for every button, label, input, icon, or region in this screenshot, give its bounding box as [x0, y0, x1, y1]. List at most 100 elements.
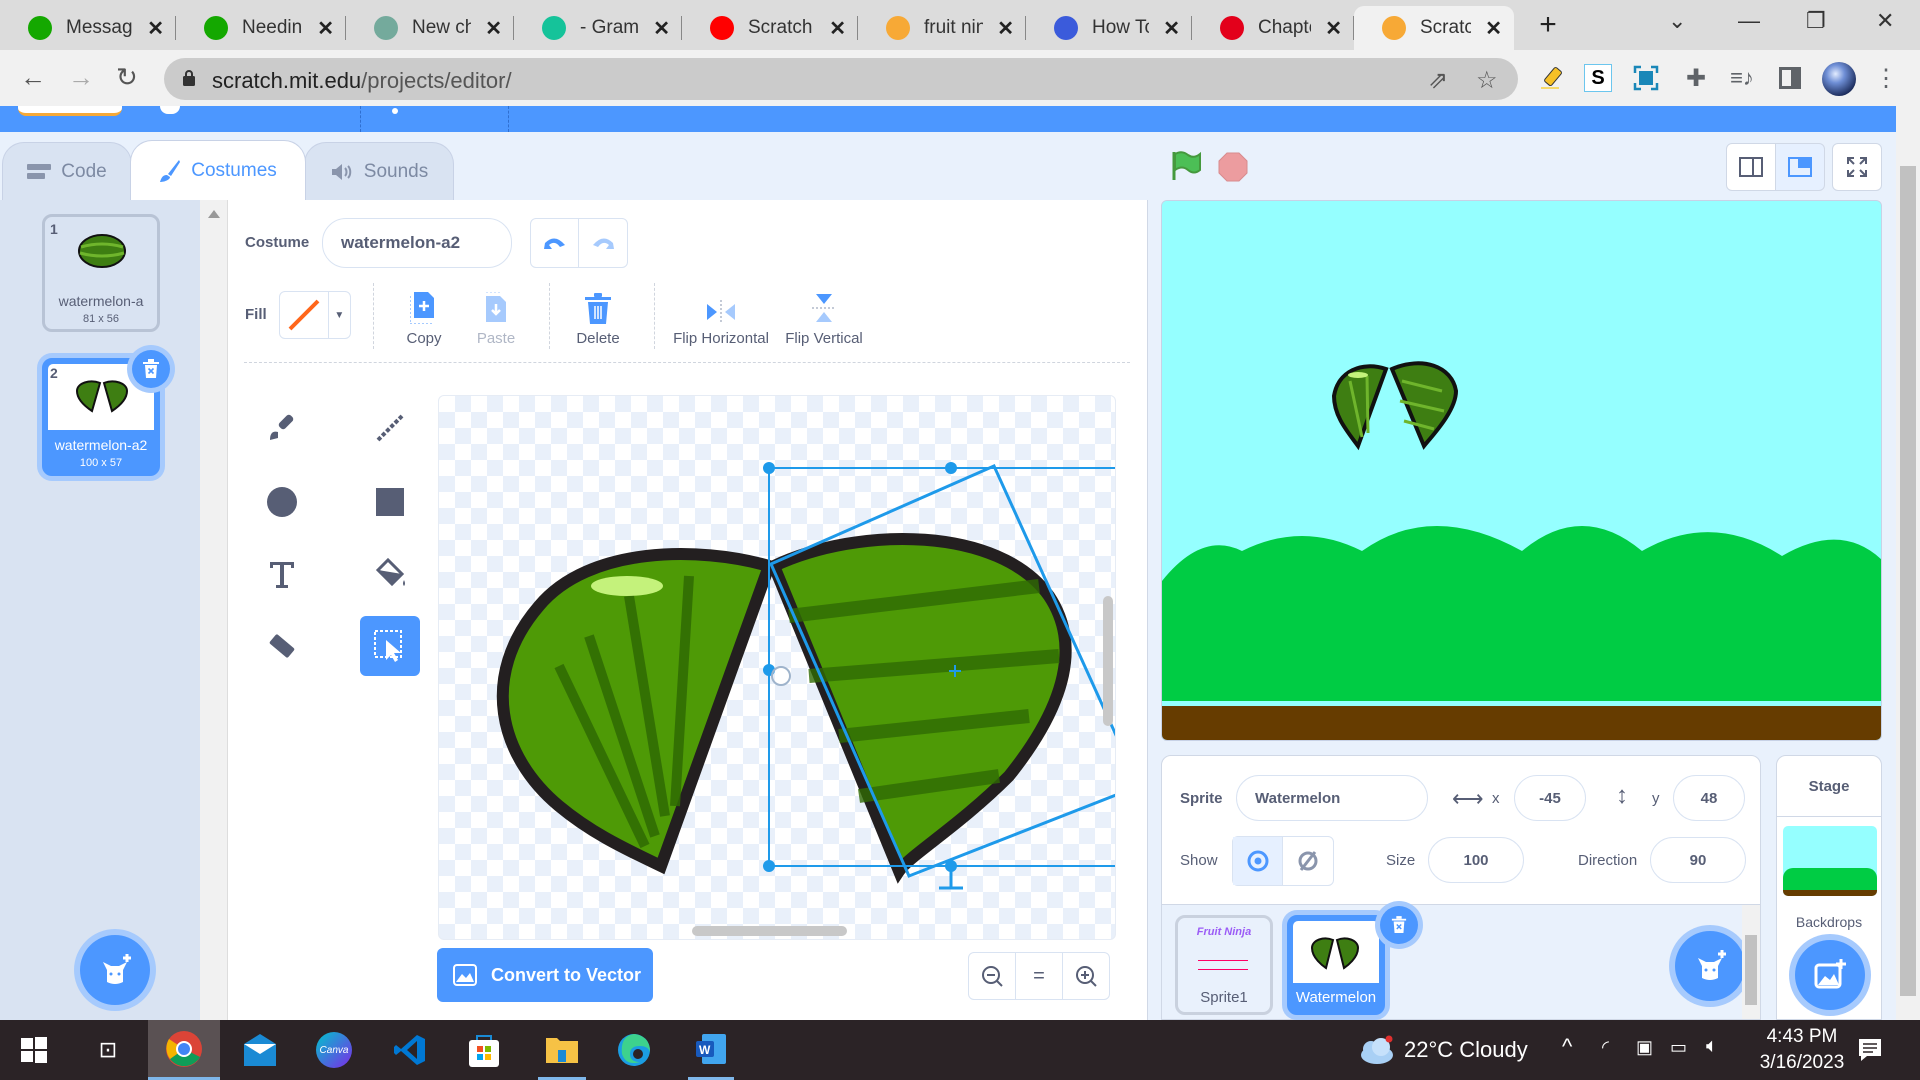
browser-tab[interactable]: - Grammarly ✕: [514, 6, 682, 50]
notification-center-icon[interactable]: [1850, 1030, 1890, 1070]
fill-tool[interactable]: [360, 544, 420, 604]
edge-icon[interactable]: [614, 1030, 654, 1070]
circle-tool[interactable]: [252, 472, 312, 532]
close-tab-icon[interactable]: ✕: [829, 16, 846, 41]
flip-vertical-button[interactable]: Flip Vertical: [782, 288, 866, 347]
costume-name-input[interactable]: watermelon-a2: [322, 218, 512, 268]
small-stage-button[interactable]: [1726, 143, 1776, 191]
bookmark-star-icon[interactable]: ☆: [1476, 66, 1498, 95]
chrome-taskbar-button[interactable]: [148, 1020, 220, 1080]
zoom-out-button[interactable]: [969, 953, 1016, 999]
undo-button[interactable]: [531, 219, 579, 267]
clock-date[interactable]: 3/16/2023: [1748, 1052, 1856, 1074]
y-position-input[interactable]: 48: [1673, 775, 1745, 821]
store-icon[interactable]: [464, 1030, 504, 1070]
line-tool[interactable]: [360, 398, 420, 458]
browser-tab[interactable]: fruit ninja ✕: [858, 6, 1026, 50]
tab-costumes[interactable]: Costumes: [130, 140, 306, 200]
costume-list-scrollbar[interactable]: [200, 200, 228, 1020]
screenshot-extension-icon[interactable]: [1632, 64, 1660, 92]
wifi-icon[interactable]: ◜: [1602, 1037, 1609, 1058]
highlighter-extension-icon[interactable]: [1538, 64, 1566, 92]
restore-button[interactable]: ❐: [1806, 8, 1826, 34]
copy-button[interactable]: Copy: [402, 288, 446, 347]
close-tab-icon[interactable]: ✕: [1485, 16, 1502, 41]
camera-icon[interactable]: ▣: [1636, 1037, 1653, 1058]
file-explorer-icon[interactable]: [538, 1020, 586, 1080]
clock-time[interactable]: 4:43 PM: [1754, 1026, 1850, 1048]
page-scrollbar[interactable]: [1896, 106, 1920, 1020]
fullscreen-button[interactable]: [1832, 143, 1882, 191]
hide-sprite-button[interactable]: [1283, 837, 1333, 885]
browser-tab[interactable]: Scratch 3 ✕: [682, 6, 858, 50]
sprite-list-scrollbar[interactable]: [1742, 905, 1760, 1019]
tab-code[interactable]: Code: [2, 142, 132, 200]
browser-tab[interactable]: How To ✕: [1026, 6, 1192, 50]
new-tab-button[interactable]: +: [1526, 6, 1570, 44]
zoom-reset-button[interactable]: =: [1016, 953, 1063, 999]
stop-button[interactable]: [1218, 152, 1248, 187]
minimize-button[interactable]: —: [1738, 8, 1760, 34]
s-extension-icon[interactable]: S: [1584, 64, 1612, 92]
x-position-input[interactable]: -45: [1514, 775, 1586, 821]
close-tab-icon[interactable]: ✕: [1325, 16, 1342, 41]
word-icon[interactable]: W: [688, 1020, 734, 1080]
close-tab-icon[interactable]: ✕: [317, 16, 334, 41]
text-tool[interactable]: [252, 544, 312, 604]
show-sprite-button[interactable]: [1233, 837, 1284, 885]
costume-tile-1[interactable]: 1 watermelon-a 81 x 56: [42, 214, 160, 332]
start-button[interactable]: [14, 1030, 54, 1070]
scroll-up-arrow-icon[interactable]: [208, 210, 220, 218]
close-tab-icon[interactable]: ✕: [485, 16, 502, 41]
normal-stage-button[interactable]: [1775, 143, 1825, 191]
weather-text[interactable]: 22°C Cloudy: [1404, 1037, 1528, 1063]
convert-to-vector-button[interactable]: Convert to Vector: [437, 948, 653, 1002]
show-hidden-icons-chevron-icon[interactable]: ^: [1562, 1034, 1572, 1060]
choose-backdrop-button[interactable]: [1795, 940, 1865, 1010]
back-button[interactable]: ←: [20, 62, 46, 93]
close-tab-icon[interactable]: ✕: [653, 16, 670, 41]
weather-cloud-icon[interactable]: [1356, 1030, 1396, 1070]
direction-input[interactable]: 90: [1650, 837, 1746, 883]
brush-tool[interactable]: [252, 398, 312, 458]
size-input[interactable]: 100: [1428, 837, 1524, 883]
forward-button[interactable]: →: [68, 62, 94, 93]
mail-icon[interactable]: [240, 1030, 280, 1070]
browser-menu-icon[interactable]: ⋮: [1872, 64, 1900, 92]
redo-button[interactable]: [579, 219, 627, 267]
profile-avatar[interactable]: [1822, 62, 1856, 96]
eraser-tool[interactable]: [252, 616, 312, 676]
canva-icon[interactable]: Canva: [314, 1030, 354, 1070]
delete-costume-button[interactable]: [132, 350, 170, 388]
side-panel-icon[interactable]: [1776, 64, 1804, 92]
stage-selector[interactable]: Stage Backdrops: [1776, 755, 1882, 1020]
sprite-tile-watermelon[interactable]: Watermelon: [1287, 915, 1385, 1015]
browser-tab[interactable]: Needing ✕: [176, 6, 346, 50]
fill-swatch[interactable]: [280, 292, 329, 338]
select-tool[interactable]: [360, 616, 420, 676]
close-tab-icon[interactable]: ✕: [997, 16, 1014, 41]
green-flag-button[interactable]: [1170, 150, 1202, 187]
task-view-icon[interactable]: ⊡: [88, 1030, 128, 1070]
reload-button[interactable]: ↻: [116, 62, 138, 93]
flip-horizontal-button[interactable]: Flip Horizontal: [672, 288, 770, 347]
choose-costume-button[interactable]: [80, 935, 150, 1005]
extensions-puzzle-icon[interactable]: ✚: [1682, 64, 1710, 92]
rectangle-tool[interactable]: [360, 472, 420, 532]
delete-button[interactable]: Delete: [574, 288, 622, 347]
close-tab-icon[interactable]: ✕: [1163, 16, 1180, 41]
language-globe-icon[interactable]: [160, 106, 180, 114]
vscode-icon[interactable]: [390, 1030, 430, 1070]
paint-canvas[interactable]: [438, 395, 1116, 940]
tab-sounds[interactable]: Sounds: [304, 142, 454, 200]
close-tab-icon[interactable]: ✕: [147, 16, 164, 41]
address-bar[interactable]: scratch.mit.edu/projects/editor/ ⇗ ☆: [164, 58, 1518, 100]
zoom-in-button[interactable]: [1063, 953, 1109, 999]
sprite-name-input[interactable]: Watermelon: [1236, 775, 1428, 821]
media-control-icon[interactable]: ≡♪: [1728, 64, 1756, 92]
browser-tab[interactable]: Chapter ✕: [1192, 6, 1354, 50]
volume-icon[interactable]: 🔈︎: [1706, 1035, 1718, 1058]
file-menu-icon[interactable]: [392, 108, 398, 114]
choose-sprite-button[interactable]: [1675, 931, 1745, 1001]
browser-tab[interactable]: Messages ✕: [0, 6, 176, 50]
